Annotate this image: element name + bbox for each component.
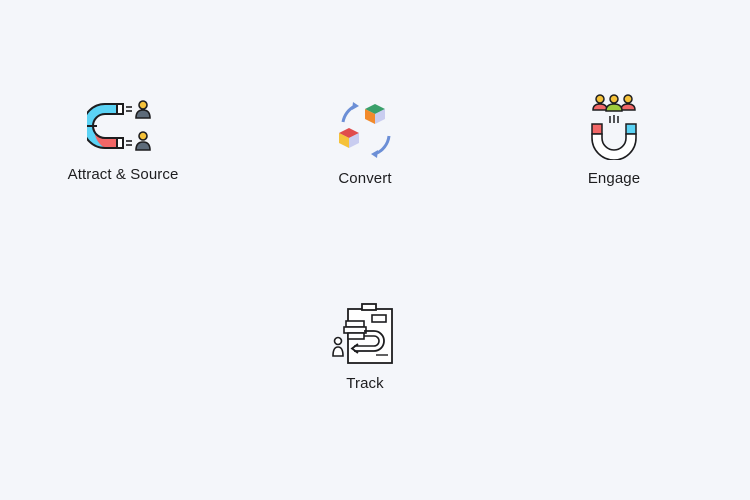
feature-convert[interactable]: Convert	[275, 100, 455, 187]
features-grid: Attract & Source Convert Engage Track	[0, 0, 750, 500]
feature-track[interactable]: Track	[275, 303, 455, 392]
feature-label-convert: Convert	[338, 170, 392, 187]
feature-label-engage: Engage	[587, 170, 641, 187]
clipboard-funnel-icon	[332, 303, 393, 364]
cubes-cycle-icon	[339, 102, 391, 158]
magnet-group-icon	[591, 94, 637, 160]
feature-attract-source[interactable]: Attract & Source	[33, 100, 213, 183]
feature-engage[interactable]: Engage	[524, 94, 704, 187]
feature-label-attract: Attract & Source	[67, 166, 179, 183]
magnet-people-icon	[87, 100, 151, 151]
feature-label-track: Track	[346, 375, 384, 392]
